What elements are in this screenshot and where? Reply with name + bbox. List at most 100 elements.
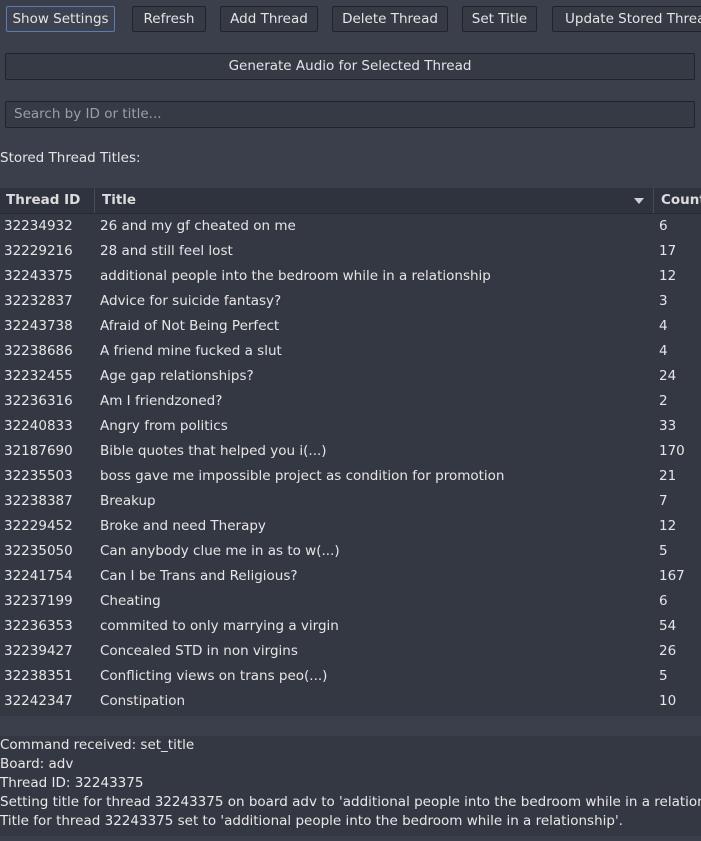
refresh-button[interactable]: Refresh (132, 6, 206, 32)
cell-thread-id: 32238387 (4, 493, 73, 509)
cell-count: 12 (659, 518, 677, 534)
cell-count: 10 (659, 693, 677, 709)
cell-thread-id: 32187690 (4, 443, 73, 459)
cell-thread-id: 32229452 (4, 518, 73, 534)
column-header-thread-id[interactable]: Thread ID (0, 188, 95, 213)
column-header-title[interactable]: Title (96, 188, 654, 213)
cell-count: 24 (659, 368, 677, 384)
set-title-button[interactable]: Set Title (462, 6, 537, 32)
cell-count: 17 (659, 243, 677, 259)
table-row[interactable]: 32235050 Can anybody clue me in as to w(.… (0, 539, 701, 564)
cell-count: 2 (659, 393, 668, 409)
cell-thread-id: 32236316 (4, 393, 73, 409)
cell-thread-id: 32238351 (4, 668, 73, 684)
cell-title: Bible quotes that helped you i(...) (100, 443, 327, 459)
cell-title: Advice for suicide fantasy? (100, 293, 282, 309)
table-body: 32234932 26 and my gf cheated on me 6 32229… (0, 214, 701, 714)
cell-title: Can I be Trans and Religious? (100, 568, 298, 584)
cell-count: 12 (659, 268, 677, 284)
add-thread-button[interactable]: Add Thread (220, 6, 318, 32)
cell-title: Angry from politics (100, 418, 228, 434)
cell-thread-id: 32241754 (4, 568, 73, 584)
cell-thread-id: 32237199 (4, 593, 73, 609)
table-header: Thread ID Title Count (0, 188, 701, 214)
table-row[interactable]: 32236316 Am I friendzoned? 2 (0, 389, 701, 414)
cell-count: 5 (659, 543, 668, 559)
table-row[interactable]: 32242347 Constipation 10 (0, 689, 701, 714)
cell-count: 26 (659, 643, 677, 659)
cell-thread-id: 32239427 (4, 643, 73, 659)
cell-count: 4 (659, 343, 668, 359)
cell-title: Afraid of Not Being Perfect (100, 318, 280, 334)
table-row[interactable]: 32229452 Broke and need Therapy 12 (0, 514, 701, 539)
cell-count: 170 (659, 443, 685, 459)
cell-title: Conflicting views on trans peo(...) (100, 668, 328, 684)
log-line: Thread ID: 32243375 (0, 775, 144, 791)
app-window: Show Settings Refresh Add Thread Delete … (0, 0, 701, 841)
log-line: Command received: set_title (0, 737, 195, 753)
stored-titles-label: Stored Thread Titles: (0, 150, 141, 166)
sort-descending-icon[interactable] (634, 198, 644, 204)
table-row[interactable]: 32187690 Bible quotes that helped you i(.… (0, 439, 701, 464)
cell-thread-id: 32240833 (4, 418, 73, 434)
cell-thread-id: 32234932 (4, 218, 73, 234)
table-row[interactable]: 32238387 Breakup 7 (0, 489, 701, 514)
table-row[interactable]: 32236353 commited to only marrying a virg… (0, 614, 701, 639)
cell-thread-id: 32243738 (4, 318, 73, 334)
generate-audio-button[interactable]: Generate Audio for Selected Thread (5, 53, 695, 80)
cell-thread-id: 32235050 (4, 543, 73, 559)
log-line: Board: adv (0, 756, 74, 772)
table-row[interactable]: 32229216 28 and still feel lost 17 (0, 239, 701, 264)
cell-title: 26 and my gf cheated on me (100, 218, 296, 234)
table-row[interactable]: 32235503 boss gave me impossible project … (0, 464, 701, 489)
table-row[interactable]: 32240833 Angry from politics 33 (0, 414, 701, 439)
table-row[interactable]: 32237199 Cheating 6 (0, 589, 701, 614)
cell-title: commited to only marrying a virgin (100, 618, 339, 634)
toolbar: Show Settings Refresh Add Thread Delete … (0, 0, 701, 40)
cell-thread-id: 32242347 (4, 693, 73, 709)
update-stored-thread-button[interactable]: Update Stored Thread (552, 6, 701, 32)
cell-title: A friend mine fucked a slut (100, 343, 282, 359)
search-input[interactable]: Search by ID or title... (5, 101, 695, 128)
table-row[interactable]: 32239427 Concealed STD in non virgins 26 (0, 639, 701, 664)
column-header-title-label: Title (102, 192, 137, 208)
cell-count: 6 (659, 593, 668, 609)
cell-thread-id: 32232837 (4, 293, 73, 309)
cell-title: Constipation (100, 693, 186, 709)
cell-thread-id: 32238686 (4, 343, 73, 359)
table-row[interactable]: 32241754 Can I be Trans and Religious? 167 (0, 564, 701, 589)
thread-table: Thread ID Title Count 32234932 26 and my … (0, 188, 701, 716)
cell-count: 33 (659, 418, 677, 434)
log-line: Setting title for thread 32243375 on boa… (0, 794, 701, 810)
delete-thread-button[interactable]: Delete Thread (332, 6, 448, 32)
cell-thread-id: 32229216 (4, 243, 73, 259)
show-settings-button[interactable]: Show Settings (6, 6, 115, 32)
cell-thread-id: 32243375 (4, 268, 73, 284)
bottom-edge (0, 836, 701, 841)
table-row[interactable]: 32232837 Advice for suicide fantasy? 3 (0, 289, 701, 314)
cell-count: 167 (659, 568, 685, 584)
cell-title: boss gave me impossible project as condi… (100, 468, 505, 484)
table-row[interactable]: 32243738 Afraid of Not Being Perfect 4 (0, 314, 701, 339)
cell-title: Concealed STD in non virgins (100, 643, 298, 659)
log-output: Command received: set_title Board: adv Thr… (0, 736, 701, 836)
table-row[interactable]: 32232455 Age gap relationships? 24 (0, 364, 701, 389)
cell-count: 7 (659, 493, 668, 509)
cell-title: 28 and still feel lost (100, 243, 233, 259)
cell-title: Breakup (100, 493, 156, 509)
column-header-count[interactable]: Count (655, 188, 701, 213)
table-row[interactable]: 32243375 additional people into the bedro… (0, 264, 701, 289)
cell-count: 54 (659, 618, 677, 634)
cell-count: 3 (659, 293, 668, 309)
table-row[interactable]: 32238686 A friend mine fucked a slut 4 (0, 339, 701, 364)
table-row[interactable]: 32238351 Conflicting views on trans peo(.… (0, 664, 701, 689)
cell-title: Broke and need Therapy (100, 518, 266, 534)
cell-title: Can anybody clue me in as to w(...) (100, 543, 340, 559)
cell-count: 4 (659, 318, 668, 334)
table-row[interactable]: 32234932 26 and my gf cheated on me 6 (0, 214, 701, 239)
cell-count: 6 (659, 218, 668, 234)
cell-title: additional people into the bedroom while… (100, 268, 491, 284)
cell-count: 5 (659, 668, 668, 684)
cell-title: Am I friendzoned? (100, 393, 223, 409)
cell-title: Age gap relationships? (100, 368, 254, 384)
